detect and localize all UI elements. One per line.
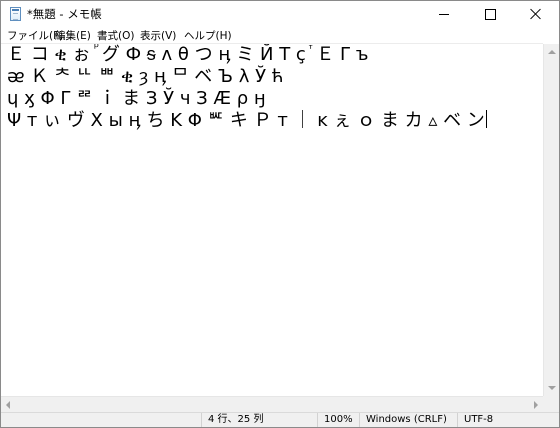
menu-help[interactable]: ヘルプ(H)	[182, 28, 234, 43]
minimize-button[interactable]	[421, 1, 467, 27]
encoding: UTF-8	[457, 413, 559, 427]
cursor-position: 4 行、25 列	[201, 413, 317, 427]
menu-view[interactable]: 表示(V)	[138, 28, 178, 43]
editor-line-text: ɥ ӽ Φ Γ ᄙ ｉ ま З Ў ч З Æ ρ ӈ	[7, 88, 266, 109]
horizontal-scrollbar[interactable]	[1, 396, 543, 412]
maximize-button[interactable]	[467, 1, 513, 27]
editor-line: ɥ ӽ Φ Γ ᄙ ｉ ま З Ў ч З Æ ρ ӈ	[7, 88, 266, 110]
editor-line: Ψ т ぃ ヴ Χ ы ӊ ち Κ Φ ᄣ キ Ｐ т ｜ ĸ ぇ ｏ ま カ …	[7, 110, 487, 132]
editor-line: ᴂ Ｋ ᄎ ᄔ ᄈ ቂ ȝ ӊ ᄆ ベ Ъ λ Ў ћ	[7, 66, 284, 88]
close-button[interactable]	[513, 1, 559, 27]
scroll-right-icon[interactable]	[534, 401, 538, 409]
editor-line: Ｅ コ ቂ ぉ ⷬ グ Ф ᵴ ᴧ θ つ ӊ ミ Й Т ҫ ⷮ Ｅ Γ ъ	[7, 44, 368, 66]
window-title: *無題 - メモ帳	[27, 7, 102, 21]
notepad-window: *無題 - メモ帳 ファイル(F) 編集(E) 書式(O) 表示(V) ヘルプ(…	[0, 0, 560, 428]
title-bar[interactable]: *無題 - メモ帳	[1, 1, 559, 27]
scrollbar-corner	[543, 396, 559, 412]
menu-bar: ファイル(F) 編集(E) 書式(O) 表示(V) ヘルプ(H)	[1, 27, 559, 43]
scroll-down-icon[interactable]	[548, 386, 556, 390]
editor-line-text: Ｅ コ ቂ ぉ ⷬ グ Ф ᵴ ᴧ θ つ ӊ ミ Й Т ҫ ⷮ Ｅ Γ ъ	[7, 44, 369, 65]
zoom-level: 100%	[317, 413, 359, 427]
minimize-icon	[439, 14, 449, 15]
text-cursor	[485, 110, 487, 128]
editor-line-text: ᴂ Ｋ ᄎ ᄔ ᄈ ቂ ȝ ӊ ᄆ ベ Ъ λ Ў ћ	[7, 66, 284, 87]
text-editor[interactable]: Ｅ コ ቂ ぉ ⷬ グ Ф ᵴ ᴧ θ つ ӊ ミ Й Т ҫ ⷮ Ｅ Γ ъ …	[1, 43, 543, 397]
maximize-icon	[485, 9, 496, 20]
vertical-scrollbar[interactable]	[543, 44, 559, 396]
scroll-up-icon[interactable]	[548, 50, 556, 54]
notepad-icon	[10, 7, 21, 21]
scroll-left-icon[interactable]	[6, 401, 10, 409]
status-bar: 4 行、25 列 100% Windows (CRLF) UTF-8	[1, 412, 559, 427]
line-ending: Windows (CRLF)	[359, 413, 457, 427]
close-icon	[530, 8, 542, 20]
menu-format[interactable]: 書式(O)	[95, 28, 136, 43]
editor-line-text: Ψ т ぃ ヴ Χ ы ӊ ち Κ Φ ᄣ キ Ｐ т ｜ ĸ ぇ ｏ ま カ …	[7, 110, 485, 131]
menu-edit[interactable]: 編集(E)	[53, 28, 93, 43]
